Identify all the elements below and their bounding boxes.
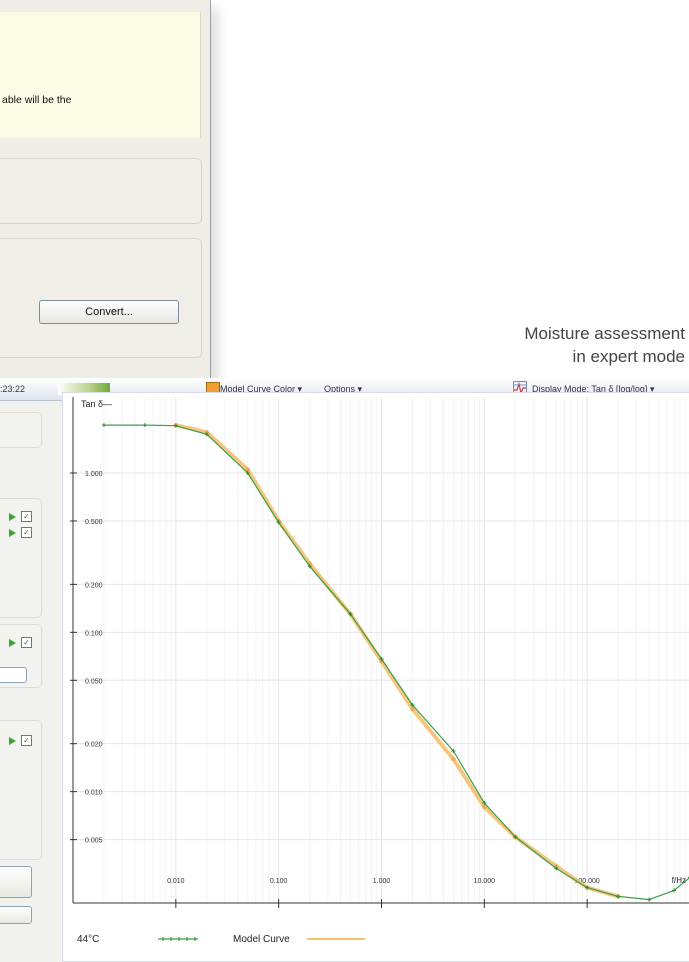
y-tick-label: 0.010: [85, 790, 103, 797]
x-tick-label: 0.010: [167, 878, 185, 885]
x-tick-label: 10.000: [474, 878, 496, 885]
play-arrow-icon[interactable]: [9, 529, 16, 537]
model-curve-line: [104, 424, 689, 901]
dialog-convert-group: Convert...: [0, 238, 202, 358]
caption-line-2: in expert mode: [572, 347, 685, 366]
series-checkbox[interactable]: ✓: [21, 527, 32, 538]
y-tick-label: 0.005: [85, 838, 103, 845]
tan-delta-chart: 1.000 0.500 0.200 0.100 0.050 0.020 0.010 0.005…: [62, 392, 689, 962]
left-panel-header-box: [0, 412, 42, 448]
y-tick-label: 0.050: [85, 678, 103, 685]
play-arrow-icon[interactable]: [9, 639, 16, 647]
legend-model-label: Model Curve: [233, 934, 290, 945]
measured-curve-point: [482, 804, 487, 810]
chart-svg: 1.000 0.500 0.200 0.100 0.050 0.020 0.010 0.005…: [70, 397, 689, 945]
play-arrow-icon[interactable]: [9, 513, 16, 521]
series-checkbox[interactable]: ✓: [21, 735, 32, 746]
measured-curve-point: [451, 756, 456, 762]
y-tick-label: 0.500: [85, 519, 103, 526]
parameter-input[interactable]: [0, 667, 27, 683]
series-checkbox[interactable]: ✓: [21, 637, 32, 648]
timestamp: :23:22: [0, 384, 26, 394]
left-panel-group-2: ✓: [0, 624, 42, 688]
figure-caption: Moisture assessment in expert mode: [524, 322, 685, 368]
play-arrow-icon[interactable]: [9, 737, 16, 745]
x-tick-label: 1.000: [373, 878, 391, 885]
y-tick-label: 1.000: [85, 471, 103, 478]
left-panel-group-1: ✓ ✓: [0, 498, 42, 618]
y-tick-label: 0.020: [85, 742, 103, 749]
measured-curve-line: [175, 423, 619, 899]
series-checkbox[interactable]: ✓: [21, 511, 32, 522]
left-panel-button[interactable]: [0, 866, 32, 898]
y-tick-label: 0.200: [85, 582, 103, 589]
left-panel-button-small[interactable]: [0, 906, 32, 924]
x-axis-label: f/Hz: [672, 876, 686, 885]
legend-temperature: 44°C: [77, 934, 99, 945]
left-panel-group-3: ✓: [0, 720, 42, 860]
convert-button[interactable]: Convert...: [39, 300, 179, 324]
x-tick-label: 0.100: [270, 878, 288, 885]
convert-dialog: able will be the Convert...: [0, 0, 211, 378]
y-axis-label: Tan δ—: [81, 399, 112, 409]
y-tick-label: 0.100: [85, 630, 103, 637]
info-message-box: able will be the: [0, 12, 201, 138]
caption-line-1: Moisture assessment: [524, 324, 685, 343]
analysis-window: :23:22 Model Curve Color ▾ Options ▾ Dis…: [0, 378, 689, 962]
info-message-text: able will be the: [2, 94, 72, 106]
dialog-group-box: [0, 158, 202, 224]
